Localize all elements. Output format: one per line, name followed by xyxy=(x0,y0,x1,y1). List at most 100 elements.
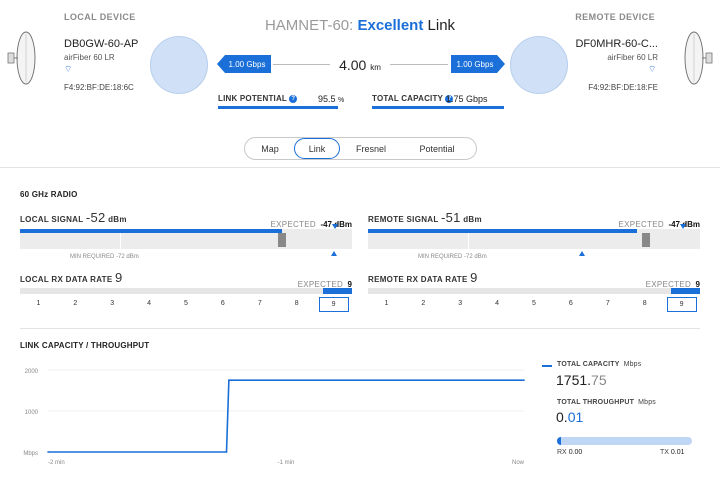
link-potential-value: 95.5 % xyxy=(318,94,345,104)
data-rate-option: 5 xyxy=(532,300,536,307)
data-rate-option: 8 xyxy=(642,300,647,307)
link-line-right xyxy=(390,64,448,65)
data-rate-option: 6 xyxy=(568,300,573,307)
capacity-data-point xyxy=(47,451,49,453)
remote-rx-scale: 1 2 3 4 5 6 7 8 9 xyxy=(368,297,700,313)
link-title: HAMNET-60: Excellent Link xyxy=(230,17,490,34)
wireless-icon: ⌔ xyxy=(648,64,657,74)
link-line-left xyxy=(273,64,330,65)
data-rate-option: 6 xyxy=(220,300,225,307)
link-potential-bar xyxy=(218,106,339,109)
track-divider xyxy=(120,233,121,249)
remote-signal-marker xyxy=(642,233,650,247)
local-rx-track xyxy=(20,288,352,294)
throughput-bar-fill xyxy=(557,437,562,445)
remote-min-required: MIN REQUIRED -72 dBm xyxy=(418,254,487,260)
capacity-legend-marker xyxy=(542,365,552,367)
remote-device-caption: REMOTE DEVICE xyxy=(575,12,655,22)
chart-y-tick: Mbps xyxy=(23,451,38,457)
expected-marker-icon xyxy=(331,251,337,256)
capacity-data-point xyxy=(228,379,230,381)
local-signal-track xyxy=(20,229,352,249)
info-icon[interactable]: ? xyxy=(289,95,298,103)
tab-fresnel[interactable]: Fresnel xyxy=(340,138,402,159)
chart-y-tick: 1000 xyxy=(25,410,39,416)
local-device-mac: F4:92:BF:DE:18:6C xyxy=(64,83,134,92)
link-quality: Excellent xyxy=(357,17,424,34)
data-rate-option: 1 xyxy=(36,300,41,307)
remote-device-name[interactable]: DF0MHR-60-C... xyxy=(540,38,658,50)
remote-device-model: airFiber 60 LR xyxy=(607,53,658,62)
local-rx-label: LOCAL RX DATA RATE 9 xyxy=(20,270,123,285)
remote-signal-label: REMOTE SIGNAL -51 dBm xyxy=(368,210,482,225)
chart-y-tick: 2000 xyxy=(25,369,39,375)
dish-antenna-icon xyxy=(684,31,713,85)
local-device-name[interactable]: DB0GW-60-AP xyxy=(64,38,138,50)
data-rate-option: 3 xyxy=(458,300,463,307)
capacity-data-point xyxy=(523,379,525,381)
view-tabs: Map Link Fresnel Potential xyxy=(244,137,477,160)
total-capacity-value: 1.75 Gbps xyxy=(446,94,488,104)
chart-x-tick: -2 min xyxy=(48,460,65,466)
distance-value: 4.00 xyxy=(339,57,367,73)
capacity-section-title: LINK CAPACITY / THROUGHPUT xyxy=(20,341,150,350)
local-rx-value: 9 xyxy=(115,270,123,285)
remote-signal-fill xyxy=(368,229,637,233)
remote-signal-value: -51 xyxy=(440,210,461,225)
local-rx-fill xyxy=(323,288,352,294)
remote-device-mac: F4:92:BF:DE:18:FE xyxy=(588,83,658,92)
radio-section-title: 60 GHz RADIO xyxy=(20,190,78,199)
remote-rx-label: REMOTE RX DATA RATE 9 xyxy=(368,270,478,285)
link-potential-label: LINK POTENTIAL ? xyxy=(218,94,298,103)
remote-signal-track xyxy=(368,229,700,249)
local-signal-value: -52 xyxy=(85,210,106,225)
total-capacity-label: TOTAL CAPACITY ? xyxy=(372,94,454,103)
data-rate-option: 3 xyxy=(110,300,115,307)
local-signal-marker xyxy=(278,233,286,247)
data-rate-option: 7 xyxy=(257,300,262,307)
local-device-circle xyxy=(150,36,208,94)
data-rate-option: 4 xyxy=(147,300,152,307)
dish-antenna-icon xyxy=(7,31,36,85)
total-throughput-label: TOTAL THROUGHPUT Mbps xyxy=(557,399,657,406)
tab-potential[interactable]: Potential xyxy=(402,138,472,159)
distance-unit: km xyxy=(370,63,381,72)
throughput-bar xyxy=(557,437,692,445)
total-throughput-number: 0.01 xyxy=(556,409,584,425)
local-signal-label: LOCAL SIGNAL -52 dBm xyxy=(20,210,127,225)
remote-rx-fill xyxy=(671,288,700,294)
chart-x-tick: -1 min xyxy=(278,460,295,466)
data-rate-option: 9 xyxy=(318,297,349,312)
link-word: Link xyxy=(427,17,456,34)
section-divider xyxy=(20,328,700,329)
data-rate-option: 2 xyxy=(73,300,78,307)
data-rate-option: 7 xyxy=(605,300,610,307)
remote-rate-tag: 1.00 Gbps xyxy=(451,55,505,73)
remote-rx-track xyxy=(368,288,700,294)
data-rate-option: 4 xyxy=(495,300,500,307)
data-rate-option: 5 xyxy=(184,300,188,307)
link-distance: 4.00 km xyxy=(333,57,387,73)
capacity-data-point xyxy=(225,451,228,453)
expected-marker-icon xyxy=(579,251,585,256)
wireless-icon: ⌔ xyxy=(64,64,73,74)
remote-rx-value: 9 xyxy=(470,270,478,285)
total-capacity-number: 1751.75 xyxy=(556,372,607,388)
link-name: HAMNET-60: xyxy=(264,17,354,34)
local-rate-tag: 1.00 Gbps xyxy=(217,55,271,73)
chart-x-tick: Now xyxy=(512,460,525,466)
track-divider xyxy=(468,233,469,249)
tab-map[interactable]: Map xyxy=(246,138,294,159)
local-device-caption: LOCAL DEVICE xyxy=(64,12,136,22)
rx-value: RX 0.00 xyxy=(557,449,583,456)
link-header: LOCAL DEVICE DB0GW-60-AP airFiber 60 LR … xyxy=(0,0,720,168)
data-rate-option: 1 xyxy=(384,300,389,307)
total-capacity-bar xyxy=(372,106,504,109)
data-rate-option: 8 xyxy=(294,300,299,307)
local-min-required: MIN REQUIRED -72 dBm xyxy=(70,254,139,260)
local-device-model: airFiber 60 LR xyxy=(64,53,115,62)
data-rate-option: 9 xyxy=(666,297,697,312)
tab-link[interactable]: Link xyxy=(294,138,340,159)
local-rx-scale: 1 2 3 4 5 6 7 8 9 xyxy=(20,297,352,313)
local-signal-fill xyxy=(20,229,283,233)
